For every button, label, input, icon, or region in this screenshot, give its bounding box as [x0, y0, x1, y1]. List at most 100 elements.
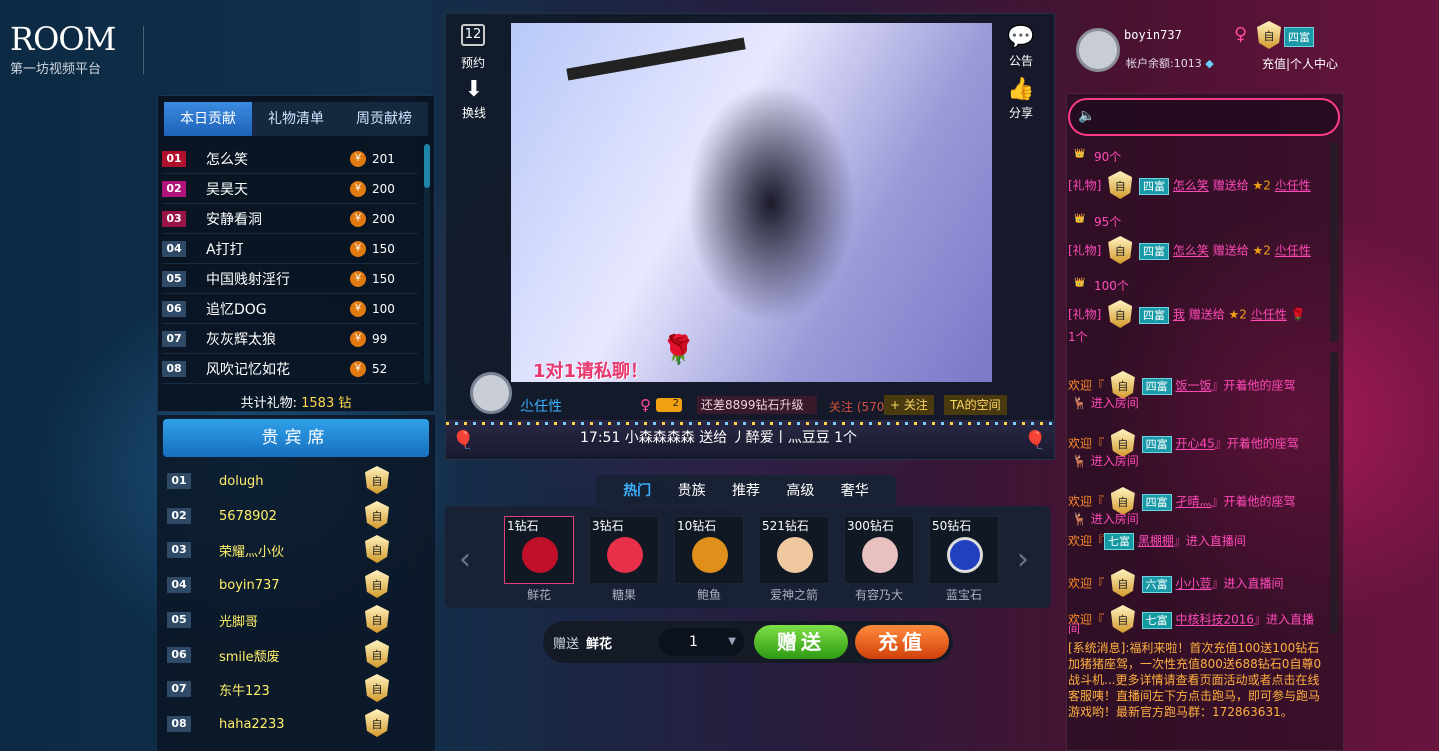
rank-number: 08: [167, 716, 191, 732]
list-item[interactable]: 01 dolugh: [167, 464, 392, 498]
welcome-text: 』开着他的座驾: [1214, 436, 1299, 451]
sender-link[interactable]: 怎么笑: [1173, 244, 1209, 258]
rich-level-badge: 四富: [1141, 435, 1172, 453]
gift-item-tolerance[interactable]: 300钻石: [844, 516, 914, 584]
gift-chat-scrollbar[interactable]: [1330, 142, 1338, 342]
guest-name: boyin737: [219, 577, 280, 593]
anchor-name[interactable]: 尐任性: [520, 396, 562, 416]
rank-number: 02: [162, 180, 186, 197]
switch-line-button[interactable]: ⬇ 换线: [458, 76, 490, 121]
visitor-link[interactable]: 黑棚棚: [1138, 534, 1174, 548]
gift-tag: [礼物]: [1068, 243, 1102, 258]
list-item[interactable]: 07 灰灰辉太狼 ￥ 99: [162, 324, 418, 354]
list-item[interactable]: 04 boyin737: [167, 568, 392, 602]
gift-price: 3钻石: [592, 519, 624, 533]
tab-luxury[interactable]: 奢华: [841, 480, 869, 500]
broadcast-speaker[interactable]: 🔈: [1068, 98, 1340, 136]
list-item[interactable]: 05 中国贱射淫行 ￥ 150: [162, 264, 418, 294]
receiver-link[interactable]: 尐任性: [1275, 179, 1311, 193]
coin-icon: ￥: [350, 180, 366, 197]
welcome-text: 』开着他的座驾: [1211, 378, 1296, 393]
gift-item-flower[interactable]: 1钻石: [504, 516, 574, 584]
chat-line: 👑 95个: [1068, 213, 1330, 230]
tab-advanced[interactable]: 高级: [786, 480, 814, 500]
rank-number: 06: [162, 300, 186, 317]
tab-gift-list[interactable]: 礼物清单: [252, 102, 340, 136]
anchor-avatar[interactable]: [470, 372, 512, 414]
receiver-link[interactable]: 尐任性: [1275, 244, 1311, 258]
arrow-down-icon: ⬇: [464, 77, 484, 102]
visitor-link[interactable]: 饭一饭: [1176, 379, 1212, 393]
gift-action: 赠送给: [1212, 243, 1249, 258]
quantity-select[interactable]: 1 ▼: [659, 628, 744, 656]
receiver-link[interactable]: 尐任性: [1251, 308, 1287, 322]
rank-number: 01: [162, 150, 186, 167]
tab-daily-contribution[interactable]: 本日贡献: [164, 102, 252, 136]
gift-action: 赠送给: [1188, 307, 1225, 322]
shield-badge-icon: [362, 569, 392, 601]
ranking-scrollbar[interactable]: [424, 144, 430, 384]
list-item[interactable]: 02 5678902: [167, 499, 392, 533]
visitor-link[interactable]: 孑晴灬: [1176, 495, 1212, 509]
guest-name: smile颓废: [219, 649, 280, 665]
list-item[interactable]: 03 安静看洞 ￥ 200: [162, 204, 418, 234]
welcome-text: 』开着他的座驾: [1211, 494, 1296, 509]
visitor-link[interactable]: 开心45: [1176, 437, 1215, 451]
list-item[interactable]: 05 光脚哥: [167, 603, 392, 637]
reserve-button[interactable]: 12 预约: [456, 24, 490, 71]
gift-item-cupid-arrow[interactable]: 521钻石: [759, 516, 829, 584]
gift-value: 200: [372, 181, 395, 196]
gift-name: 爱神之箭: [769, 588, 818, 602]
gift-item-abalone[interactable]: 10钻石: [674, 516, 744, 584]
list-item[interactable]: 04 A打打 ￥ 150: [162, 234, 418, 264]
gift-item-candy[interactable]: 3钻石: [589, 516, 659, 584]
rich-level-badge: 七富: [1104, 533, 1135, 550]
list-item[interactable]: 07 东牛123: [167, 672, 392, 706]
chevron-left-icon[interactable]: ‹: [459, 542, 471, 577]
tab-weekly-rank[interactable]: 周贡献榜: [340, 102, 428, 136]
chevron-right-icon[interactable]: ›: [1017, 542, 1029, 577]
total-label: 共计礼物:: [240, 396, 297, 411]
visitor-link[interactable]: 小小荳: [1176, 577, 1212, 591]
coin-icon: ￥: [350, 270, 366, 287]
rank-number: 06: [167, 647, 191, 663]
shield-badge-icon: [1254, 20, 1284, 52]
list-item[interactable]: 02 吴昊天 ￥ 200: [162, 174, 418, 204]
follow-count: 关注 (570): [829, 400, 890, 414]
tab-noble[interactable]: 贵族: [678, 480, 706, 500]
sender-link[interactable]: 怎么笑: [1173, 179, 1209, 193]
anchor-space-button[interactable]: TA的空间: [944, 395, 1007, 415]
list-item[interactable]: 08 haha2233: [167, 707, 392, 741]
gift-item-sapphire[interactable]: 50钻石: [929, 516, 999, 584]
abalone-icon: [692, 537, 728, 573]
list-item[interactable]: 06 smile颓废: [167, 638, 392, 672]
live-video[interactable]: 🌹 1对1请私聊！: [511, 23, 992, 382]
account-balance: 帐户余额:1013 ◆: [1126, 55, 1214, 71]
list-item[interactable]: 03 荣耀灬小伙: [167, 533, 392, 567]
rich-level-badge: 四富: [1284, 27, 1314, 47]
gift-count: 90个: [1094, 150, 1122, 164]
recharge-button[interactable]: 充值: [855, 625, 949, 659]
send-button[interactable]: 赠送: [754, 625, 848, 659]
shield-badge-icon: [362, 534, 392, 566]
gift-total: 共计礼物: 1583 钻: [158, 392, 434, 411]
tab-hot[interactable]: 热门: [623, 480, 651, 500]
list-item[interactable]: 06 追忆DOG ￥ 100: [162, 294, 418, 324]
sender-link[interactable]: 我: [1173, 308, 1185, 322]
share-button[interactable]: 👍 分享: [1005, 76, 1037, 121]
welcome-prefix: 欢迎『: [1068, 494, 1105, 509]
tab-recommend[interactable]: 推荐: [732, 480, 760, 500]
gift-value: 150: [372, 241, 395, 256]
gift-value: 52: [372, 361, 388, 376]
list-item[interactable]: 08 风吹记忆如花 ￥ 52: [162, 354, 418, 384]
list-item[interactable]: 01 怎么笑 ￥ 201: [162, 144, 418, 174]
quantity-value: 1: [689, 634, 698, 650]
user-avatar[interactable]: [1076, 28, 1120, 72]
user-links[interactable]: 充值|个人中心: [1262, 55, 1338, 72]
welcome-chat-scrollbar[interactable]: [1330, 352, 1338, 634]
shield-badge-icon: [362, 604, 392, 636]
welcome-prefix: 欢迎『: [1068, 378, 1105, 393]
follow-button[interactable]: + 关注: [884, 395, 934, 415]
level-star-icon: ★2: [1252, 243, 1271, 258]
announcement-button[interactable]: 💬 公告: [1005, 24, 1037, 69]
